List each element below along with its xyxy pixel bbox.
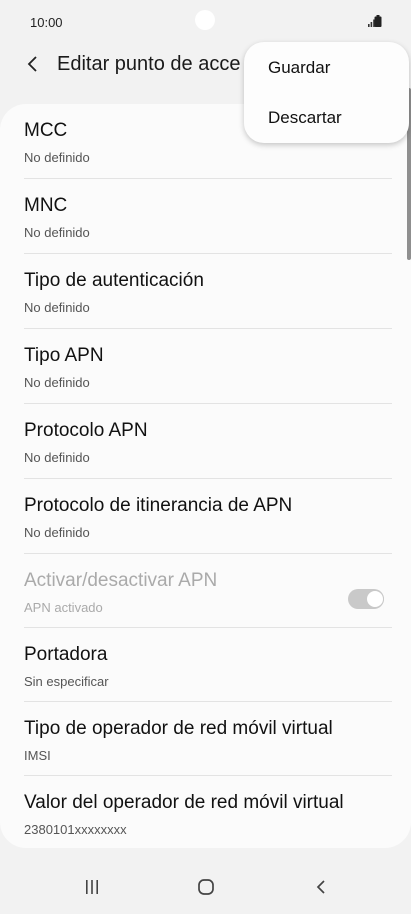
back-icon[interactable] (313, 878, 331, 896)
setting-title: Tipo APN (24, 345, 104, 366)
apn-toggle-switch (348, 589, 384, 609)
setting-summary: No definido (24, 225, 90, 240)
setting-item-mvno-value[interactable]: Valor del operador de red móvil virtual … (24, 776, 392, 848)
setting-summary: Sin especificar (24, 674, 109, 689)
page-title: Editar punto de acce (57, 53, 241, 75)
toggle-knob (366, 590, 384, 608)
overflow-menu: Guardar Descartar (244, 42, 409, 143)
setting-summary: No definido (24, 450, 90, 465)
setting-item-apn-enable: Activar/desactivar APN APN activado (24, 554, 392, 628)
setting-item-mnc[interactable]: MNC No definido (24, 179, 392, 253)
setting-summary: No definido (24, 525, 90, 540)
setting-summary: No definido (24, 300, 90, 315)
setting-title: Tipo de autenticación (24, 270, 204, 291)
setting-title: MCC (24, 120, 68, 141)
navigation-bar (0, 860, 411, 914)
setting-summary: APN activado (24, 600, 103, 615)
setting-summary: IMSI (24, 748, 51, 763)
setting-title: Activar/desactivar APN (24, 570, 218, 591)
camera-cutout (195, 10, 215, 30)
setting-item-bearer[interactable]: Portadora Sin especificar (24, 628, 392, 702)
menu-item-save[interactable]: Guardar (268, 58, 330, 78)
setting-summary: No definido (24, 150, 90, 165)
setting-title: Protocolo de itinerancia de APN (24, 495, 293, 516)
settings-card: MCC No definido MNC No definido Tipo de … (0, 104, 411, 848)
setting-item-apn-type[interactable]: Tipo APN No definido (24, 329, 392, 403)
status-bar: 10:00 (0, 0, 411, 40)
setting-item-apn-protocol[interactable]: Protocolo APN No definido (24, 404, 392, 478)
setting-title: Valor del operador de red móvil virtual (24, 792, 344, 813)
home-icon[interactable] (197, 878, 215, 896)
setting-item-auth-type[interactable]: Tipo de autenticación No definido (24, 254, 392, 328)
menu-item-discard[interactable]: Descartar (268, 108, 342, 128)
setting-title: Tipo de operador de red móvil virtual (24, 718, 333, 739)
status-time: 10:00 (30, 15, 63, 30)
setting-title: Portadora (24, 644, 108, 665)
recent-apps-icon[interactable] (83, 878, 101, 896)
setting-summary: No definido (24, 375, 90, 390)
setting-title: Protocolo APN (24, 420, 148, 441)
battery-icon (374, 15, 382, 27)
setting-item-apn-roaming-protocol[interactable]: Protocolo de itinerancia de APN No defin… (24, 479, 392, 553)
setting-summary: 2380101xxxxxxxx (24, 822, 127, 837)
setting-title: MNC (24, 195, 68, 216)
setting-item-mvno-type[interactable]: Tipo de operador de red móvil virtual IM… (24, 702, 392, 776)
chevron-left-icon[interactable] (20, 50, 48, 78)
